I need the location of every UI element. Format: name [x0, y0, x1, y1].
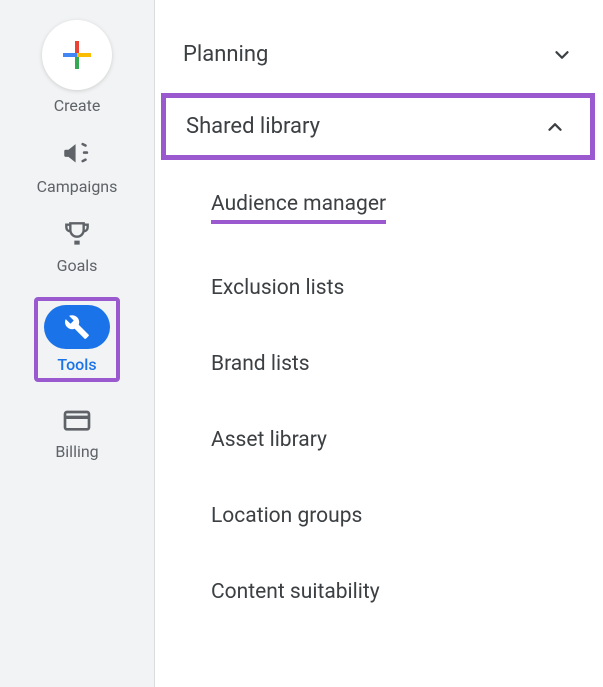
shared-library-subitems: Audience manager Exclusion lists Brand l…	[155, 166, 603, 630]
audience-manager-item[interactable]: Audience manager	[155, 166, 603, 250]
create-nav-item[interactable]: Create	[0, 20, 154, 115]
wrench-icon	[64, 314, 90, 340]
megaphone-icon	[60, 137, 94, 171]
audience-manager-label: Audience manager	[211, 192, 386, 224]
shared-library-highlight: Shared library	[161, 93, 595, 160]
goals-label: Goals	[57, 256, 98, 275]
shared-library-label: Shared library	[186, 114, 320, 139]
location-groups-label: Location groups	[211, 504, 362, 528]
trophy-icon	[61, 218, 93, 250]
chevron-down-icon	[551, 44, 573, 66]
billing-label: Billing	[55, 442, 98, 461]
chevron-up-icon	[544, 116, 566, 138]
brand-lists-item[interactable]: Brand lists	[155, 326, 603, 402]
brand-lists-label: Brand lists	[211, 352, 310, 376]
asset-library-item[interactable]: Asset library	[155, 402, 603, 478]
content-suitability-label: Content suitability	[211, 580, 380, 604]
create-button[interactable]	[42, 20, 112, 90]
planning-label: Planning	[183, 42, 268, 67]
tools-icon-pill	[44, 305, 110, 349]
sidebar: Create Campaigns Goals	[0, 0, 155, 687]
main-panel: Planning Shared library Audience manager…	[155, 0, 603, 687]
shared-library-menu-item[interactable]: Shared library	[166, 98, 590, 155]
credit-card-icon	[61, 404, 93, 436]
asset-library-label: Asset library	[211, 428, 327, 452]
tools-highlight: Tools	[34, 297, 120, 382]
location-groups-item[interactable]: Location groups	[155, 478, 603, 554]
content-suitability-item[interactable]: Content suitability	[155, 554, 603, 630]
plus-icon	[61, 39, 93, 71]
exclusion-lists-label: Exclusion lists	[211, 276, 344, 300]
campaigns-label: Campaigns	[37, 177, 118, 196]
exclusion-lists-item[interactable]: Exclusion lists	[155, 250, 603, 326]
campaigns-nav-item[interactable]: Campaigns	[0, 137, 154, 196]
goals-nav-item[interactable]: Goals	[0, 218, 154, 275]
billing-nav-item[interactable]: Billing	[0, 404, 154, 461]
tools-nav-item[interactable]: Tools	[44, 305, 110, 374]
create-label: Create	[54, 96, 101, 115]
planning-menu-item[interactable]: Planning	[155, 22, 603, 87]
tools-label: Tools	[57, 355, 96, 374]
